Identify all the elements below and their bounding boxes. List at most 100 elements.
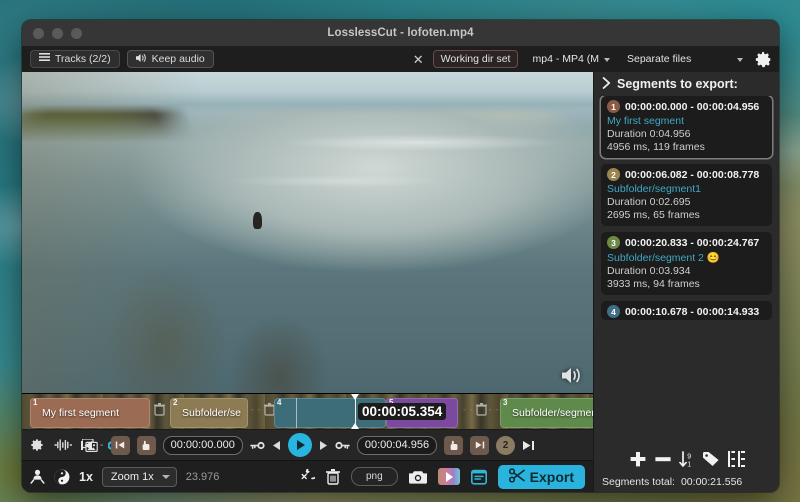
segment-badge: 3 (607, 236, 620, 249)
output-mode-label: Separate files (627, 53, 692, 65)
output-mode-select[interactable]: Separate files (620, 50, 746, 68)
capture-format-select[interactable]: png (350, 467, 398, 486)
segment-range: 00:00:06.082 - 00:00:08.778 (625, 168, 760, 181)
minimize-window-button[interactable] (52, 27, 63, 39)
timeline[interactable]: 1 My first segment 2 Subfolder/se - - - … (22, 393, 593, 429)
step-forward-icon[interactable] (319, 440, 328, 451)
timeline-segment-label: Subfolder/segmen (512, 407, 593, 419)
segment-card[interactable]: 1 00:00:00.000 - 00:00:04.956 My first s… (601, 96, 772, 158)
segment-card[interactable]: 3 00:00:20.833 - 00:00:24.767 Subfolder/… (601, 232, 772, 295)
segment-card[interactable]: 2 00:00:06.082 - 00:00:08.778 Subfolder/… (601, 164, 772, 226)
tag-icon[interactable] (702, 451, 721, 468)
key-left-icon[interactable] (250, 440, 265, 451)
plus-icon[interactable] (629, 451, 647, 468)
playback-speed-label[interactable]: 1x (79, 470, 93, 484)
zoom-select[interactable]: Zoom 1x (101, 466, 177, 487)
close-icon[interactable]: ✕ (410, 53, 427, 66)
segment-actions-toolbar: 9 1 (594, 446, 779, 472)
export-button[interactable]: Export (497, 464, 585, 489)
title-bar: LosslessCut - lofoten.mp4 (22, 20, 779, 46)
ffmpeg-icon[interactable] (437, 468, 460, 485)
trash-icon[interactable]: - - - - (463, 403, 499, 416)
tracks-button[interactable]: Tracks (2/2) (30, 50, 120, 68)
speaker-icon (135, 53, 147, 66)
timeline-segment-number: 3 (503, 398, 508, 407)
segments-total-label: Segments total: (602, 476, 675, 488)
fps-label: 23.976 (185, 470, 220, 483)
segments-list[interactable]: 1 00:00:00.000 - 00:00:04.956 My first s… (594, 96, 779, 446)
next-segment-button[interactable] (470, 435, 490, 455)
app-window: LosslessCut - lofoten.mp4 Tracks (2/2) K… (22, 20, 779, 492)
cut-start-button[interactable] (136, 435, 156, 455)
zoom-label: Zoom 1x (110, 470, 154, 483)
key-right-icon[interactable] (335, 440, 350, 451)
segments-panel-header[interactable]: Segments to export: (594, 72, 779, 96)
camera-icon[interactable] (408, 470, 427, 484)
segment-range: 00:00:00.000 - 00:00:04.956 (625, 100, 760, 113)
step-backward-icon[interactable] (272, 440, 281, 451)
waveform-icon[interactable] (54, 439, 72, 451)
segment-card-header: 3 00:00:20.833 - 00:00:24.767 (607, 236, 766, 249)
cut-start-time-field[interactable]: 00:00:00.000 (162, 435, 243, 455)
output-format-select[interactable]: mp4 - MP4 (M (525, 50, 613, 68)
output-format-label: mp4 - MP4 (M (532, 53, 599, 65)
timeline-gap-dash: - - (463, 405, 474, 414)
timeline-segment-number: 4 (277, 398, 282, 407)
keep-audio-button[interactable]: Keep audio (126, 50, 214, 68)
minus-icon[interactable] (654, 451, 672, 468)
top-toolbar: Tracks (2/2) Keep audio ✕ Working dir se… (22, 46, 779, 72)
skip-to-end-icon[interactable] (522, 439, 535, 452)
trash-icon[interactable] (154, 403, 165, 416)
play-button[interactable] (287, 433, 312, 457)
close-window-button[interactable] (33, 27, 44, 39)
export-label: Export (529, 468, 574, 485)
keep-audio-label: Keep audio (151, 53, 205, 65)
transport-dash: - (99, 439, 104, 451)
chevron-right-icon[interactable] (602, 76, 611, 92)
bottom-right-tools: png Export (298, 464, 585, 489)
player-column: 1 My first segment 2 Subfolder/se - - - … (22, 72, 593, 492)
player-controls: - 00:00:00.000 00:00:04.956 2 (22, 429, 593, 460)
window-controls[interactable] (33, 27, 82, 39)
play-icon (296, 440, 305, 450)
gear-icon[interactable] (755, 51, 772, 68)
previous-segment-button[interactable] (110, 435, 130, 455)
merge-icon[interactable] (727, 451, 745, 467)
cut-end-button[interactable] (444, 435, 464, 455)
working-dir-button[interactable]: Working dir set (432, 50, 519, 68)
bottom-bar: 1x Zoom 1x 23.976 png Export (22, 460, 593, 492)
layers-icon (39, 53, 50, 65)
person-on-cliff (253, 211, 263, 229)
gear-icon[interactable] (30, 438, 44, 452)
baby-icon[interactable] (30, 469, 45, 484)
segment-range: 00:00:20.833 - 00:00:24.767 (625, 236, 760, 249)
skip-to-start-icon[interactable] (80, 439, 93, 452)
segment-count-badge[interactable]: 2 (496, 435, 516, 455)
segment-card[interactable]: 4 00:00:10.678 - 00:00:14.933 (601, 301, 772, 320)
segment-frames: 2695 ms, 65 frames (607, 209, 700, 221)
segments-panel-title: Segments to export: (617, 77, 738, 91)
capture-format-label: png (365, 471, 383, 482)
svg-text:9: 9 (687, 453, 691, 460)
timeline-segment[interactable]: 2 Subfolder/se (170, 398, 248, 428)
yin-yang-icon[interactable] (54, 469, 70, 485)
timeline-segment[interactable]: 3 Subfolder/segmen (500, 398, 593, 428)
trash-icon[interactable] (325, 468, 340, 485)
scissors-icon (508, 467, 525, 486)
video-preview[interactable] (22, 72, 593, 393)
segment-badge: 4 (607, 305, 620, 318)
segment-frames: 3933 ms, 94 frames (607, 278, 700, 290)
notes-icon[interactable] (470, 469, 487, 485)
segment-card-header: 1 00:00:00.000 - 00:00:04.956 (607, 100, 766, 113)
playhead[interactable] (351, 394, 359, 429)
bottom-left-tools: 1x Zoom 1x 23.976 (30, 466, 220, 487)
segments-panel: Segments to export: 1 00:00:00.000 - 00:… (593, 72, 779, 492)
speaker-icon[interactable] (561, 366, 583, 385)
segments-total: Segments total: 00:00:21.556 (594, 472, 779, 492)
timeline-gap-dash: - - (488, 405, 500, 414)
sort-icon[interactable]: 9 1 (678, 450, 695, 468)
maximize-window-button[interactable] (71, 27, 82, 39)
timeline-segment[interactable]: 1 My first segment (30, 398, 150, 428)
rotate-left-icon[interactable] (298, 468, 315, 485)
cut-end-time-field[interactable]: 00:00:04.956 (356, 435, 438, 455)
